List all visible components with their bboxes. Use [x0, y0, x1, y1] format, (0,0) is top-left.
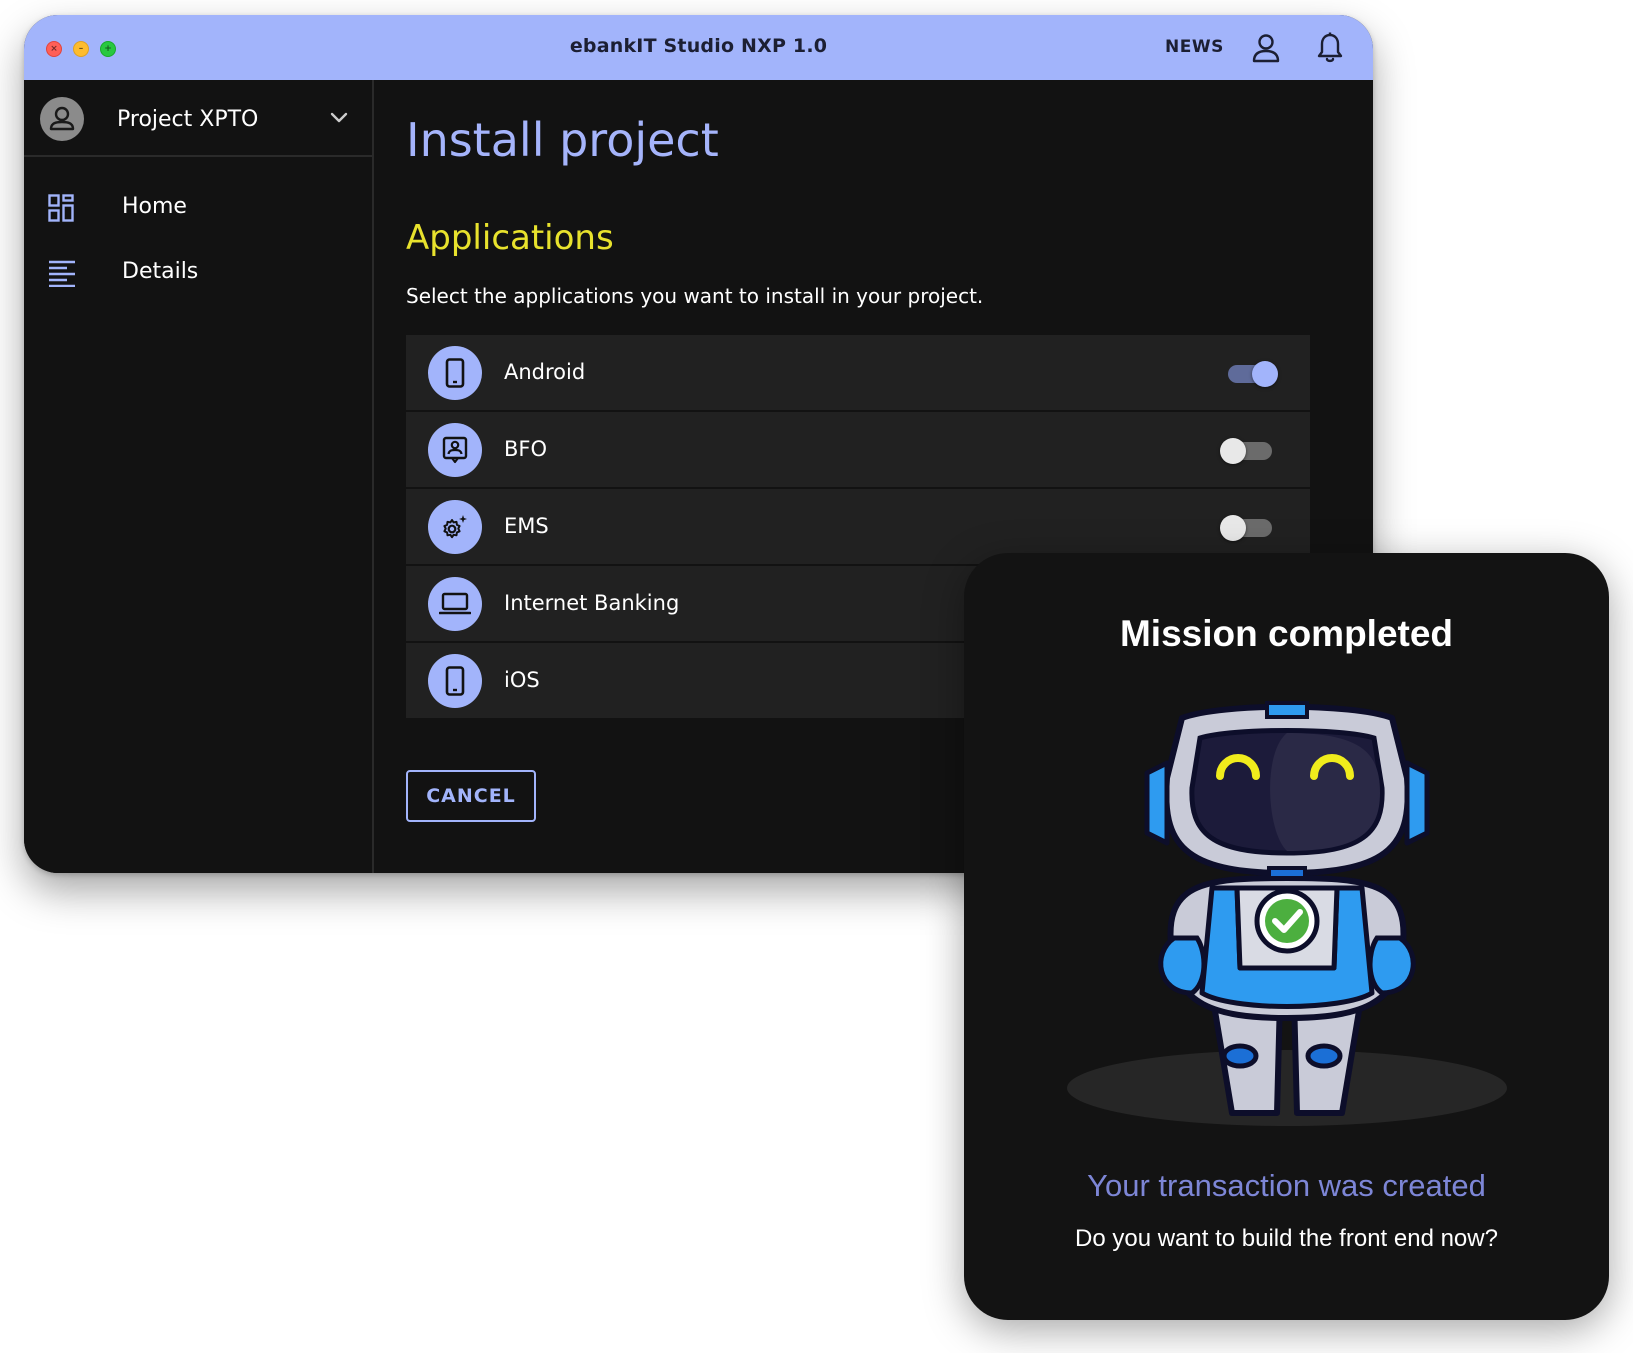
list-item: Android — [406, 335, 1310, 412]
dialog-subtitle: Your transaction was created — [1087, 1168, 1486, 1203]
app-name: iOS — [504, 668, 540, 692]
dialog-question: Do you want to build the front end now? — [1075, 1225, 1498, 1252]
section-description: Select the applications you want to inst… — [406, 284, 984, 308]
section-title: Applications — [406, 218, 614, 258]
sidebar-item-home[interactable]: Home — [24, 180, 372, 236]
cancel-button[interactable]: CANCEL — [406, 770, 536, 822]
title-bar: × – + ebankIT Studio NXP 1.0 NEWS — [24, 15, 1373, 80]
bell-icon[interactable] — [1317, 32, 1343, 68]
chevron-down-icon[interactable] — [329, 110, 349, 129]
list-item: BFO — [406, 412, 1310, 489]
app-name: Internet Banking — [504, 591, 680, 615]
person-icon — [49, 106, 75, 131]
sidebar-item-label: Details — [122, 259, 199, 284]
user-icon[interactable] — [1252, 33, 1280, 67]
sidebar-item-label: Home — [122, 194, 187, 219]
dashboard-icon — [48, 194, 74, 226]
app-name: BFO — [504, 437, 548, 461]
list-icon — [48, 259, 76, 291]
app-name: Android — [504, 360, 586, 384]
phone-icon — [428, 654, 482, 708]
laptop-icon — [428, 577, 482, 631]
ems-toggle[interactable] — [1220, 513, 1278, 541]
settings-sparkle-icon — [428, 500, 482, 554]
phone-icon — [428, 346, 482, 400]
robot-illustration — [1062, 693, 1512, 1137]
avatar — [40, 97, 84, 141]
page-title: Install project — [406, 113, 719, 167]
app-name: EMS — [504, 514, 549, 538]
badge-icon — [428, 423, 482, 477]
bfo-toggle[interactable] — [1220, 436, 1278, 464]
news-link[interactable]: NEWS — [1165, 37, 1224, 57]
project-name: Project XPTO — [117, 107, 259, 132]
sidebar-item-details[interactable]: Details — [24, 245, 372, 301]
android-toggle[interactable] — [1224, 359, 1278, 387]
sidebar: Project XPTO Home Details — [24, 80, 374, 873]
success-dialog: Mission completed Your transaction was c… — [964, 553, 1609, 1320]
project-selector[interactable]: Project XPTO — [24, 80, 372, 157]
dialog-title: Mission completed — [1119, 613, 1454, 654]
